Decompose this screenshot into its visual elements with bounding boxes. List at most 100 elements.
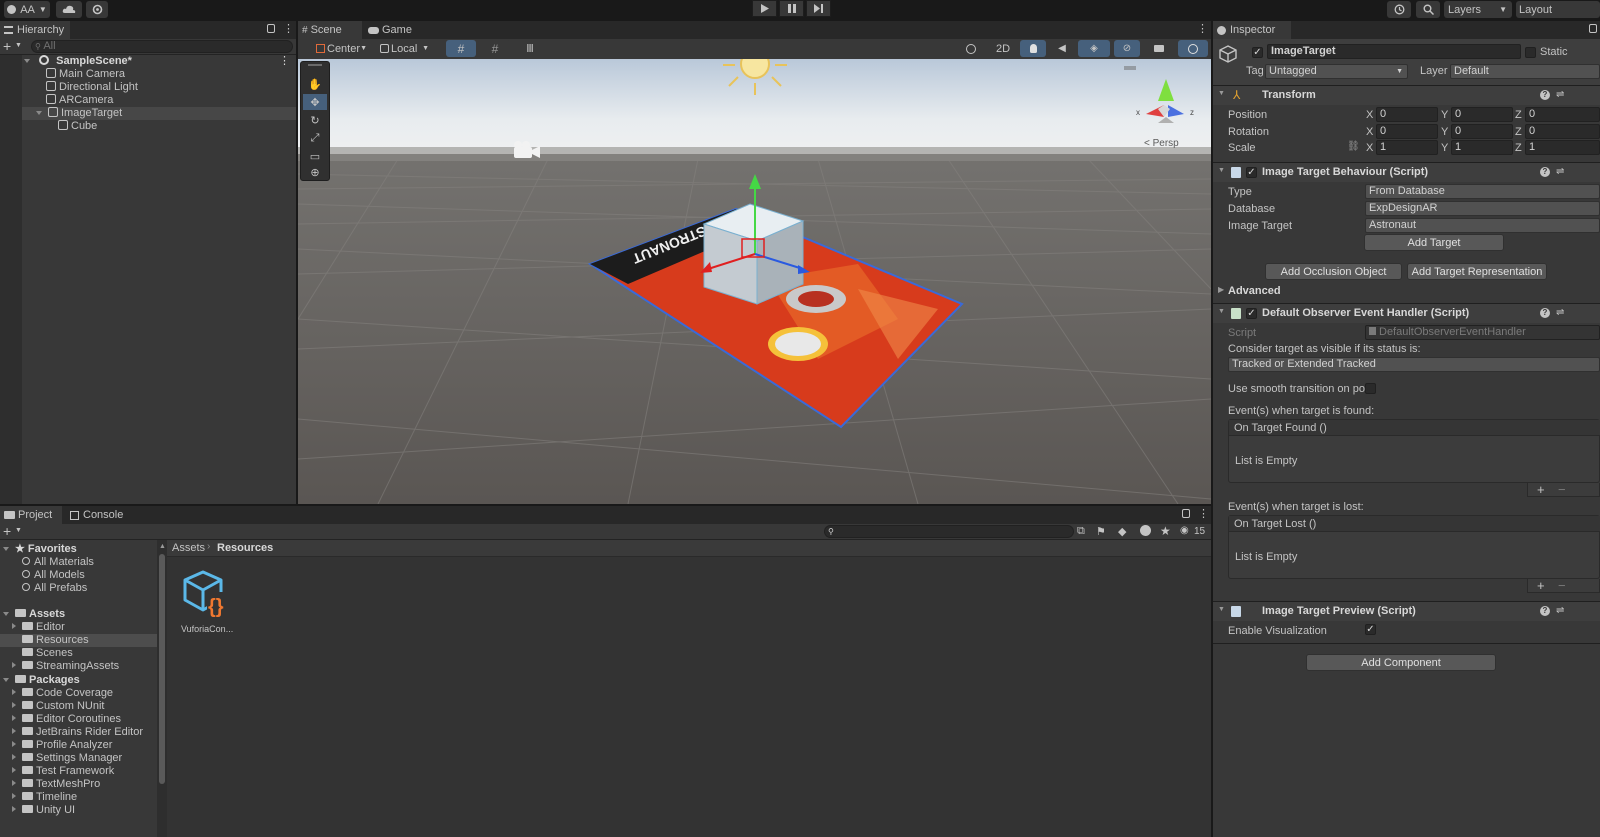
expand-arrow-icon[interactable] — [12, 623, 16, 629]
camera-dropdown[interactable] — [1144, 40, 1174, 57]
add-occlusion-object-button[interactable]: Add Occlusion Object — [1265, 263, 1402, 280]
expand-arrow-icon[interactable] — [12, 662, 16, 668]
asset-tile[interactable]: {} VuforiaCon... — [177, 568, 235, 640]
expand-arrow-icon[interactable] — [3, 612, 9, 616]
hierarchy-search-input[interactable]: ⚲ All — [31, 40, 293, 53]
help-icon[interactable]: ? — [1540, 606, 1550, 616]
expand-arrow-icon[interactable] — [12, 806, 16, 812]
help-icon[interactable]: ? — [1540, 308, 1550, 318]
expand-arrow-icon[interactable] — [12, 754, 16, 760]
scale-x-field[interactable]: 1 — [1376, 140, 1438, 155]
tree-favorites[interactable]: ★ Favorites — [3, 543, 77, 556]
move-tool-button[interactable]: ✥ — [303, 94, 327, 110]
gizmos-dropdown[interactable] — [1178, 40, 1208, 57]
layout-dropdown[interactable]: Layout — [1516, 1, 1600, 18]
transform-tool-button[interactable]: ⊕ — [303, 165, 327, 179]
audio-toggle-button[interactable]: ◀ — [1050, 40, 1074, 57]
presets-icon[interactable]: ⇌ — [1556, 605, 1564, 616]
remove-listener-button[interactable]: − — [1558, 578, 1566, 593]
tab-inspector[interactable]: Inspector — [1213, 21, 1291, 39]
tree-packages[interactable]: Packages — [3, 674, 80, 687]
active-checkbox[interactable]: ✓ — [1252, 47, 1263, 58]
tree-package-item[interactable]: JetBrains Rider Editor — [12, 726, 143, 739]
collapse-arrow-icon[interactable]: ▼ — [1218, 90, 1225, 97]
collapse-arrow-icon[interactable]: ▼ — [1218, 308, 1225, 315]
2d-toggle-button[interactable]: 2D — [990, 40, 1016, 57]
layer-dropdown[interactable]: Default — [1450, 64, 1600, 79]
tree-package-item[interactable]: Unity UI — [12, 804, 75, 817]
cloud-button[interactable] — [56, 1, 82, 18]
collapse-arrow-icon[interactable]: ▼ — [1218, 606, 1225, 613]
tree-package-item[interactable]: Editor Coroutines — [12, 713, 121, 726]
tree-favorite-all-models[interactable]: All Models — [22, 569, 85, 582]
hierarchy-item-cube[interactable]: Cube — [58, 120, 97, 133]
scene-viewport[interactable]: ASTRONAUT x z < Persp ✋ ✥ ↻ ⤢ ▭ ⊕ — [298, 59, 1211, 504]
tab-console[interactable]: Console — [66, 506, 136, 524]
constrain-proportions-icon[interactable]: ⛓ — [1347, 141, 1360, 152]
database-dropdown[interactable]: ExpDesignAR — [1365, 201, 1600, 216]
lock-icon[interactable] — [1182, 509, 1190, 518]
tree-assets[interactable]: Assets — [3, 608, 65, 621]
expand-arrow-icon[interactable] — [12, 728, 16, 734]
projection-label[interactable]: < Persp — [1144, 138, 1179, 149]
status-filter-dropdown[interactable]: Tracked or Extended Tracked — [1228, 357, 1600, 372]
pivot-local-dropdown[interactable]: Local ▼ — [376, 40, 432, 57]
play-button[interactable] — [752, 0, 777, 17]
tree-favorite-all-prefabs[interactable]: All Prefabs — [22, 582, 87, 595]
help-icon[interactable]: ? — [1540, 90, 1550, 100]
expand-arrow-icon[interactable] — [36, 111, 42, 115]
hierarchy-item-main-camera[interactable]: Main Camera — [46, 68, 125, 81]
layers-dropdown[interactable]: Layers ▼ — [1444, 1, 1512, 18]
rotation-x-field[interactable]: 0 — [1376, 124, 1438, 139]
tree-folder-scenes[interactable]: Scenes — [22, 647, 73, 660]
increment-snap-button[interactable]: Ⅲ — [514, 40, 546, 57]
tag-icon[interactable]: ◆ — [1118, 525, 1126, 538]
image-target-preview-header[interactable]: ▼ Image Target Preview (Script) ? ⇌ — [1213, 601, 1600, 621]
kebab-menu-icon[interactable]: ⋮ — [1198, 507, 1209, 520]
presets-icon[interactable]: ⇌ — [1556, 166, 1564, 177]
add-target-button[interactable]: Add Target — [1364, 234, 1504, 251]
component-enabled-checkbox[interactable]: ✓ — [1246, 308, 1257, 319]
search-by-type-icon[interactable]: ⧉ — [1077, 525, 1085, 538]
tree-package-item[interactable]: Timeline — [12, 791, 77, 804]
breadcrumb-assets[interactable]: Assets — [172, 542, 205, 554]
expand-arrow-icon[interactable] — [12, 741, 16, 747]
search-button[interactable] — [1416, 1, 1440, 18]
tree-scrollbar[interactable]: ▲ — [157, 540, 167, 837]
add-listener-button[interactable]: + — [1537, 578, 1545, 593]
remove-listener-button[interactable]: − — [1558, 482, 1566, 497]
object-name-field[interactable]: ImageTarget — [1267, 44, 1521, 59]
smooth-transition-checkbox[interactable] — [1365, 383, 1376, 394]
chevron-down-icon[interactable]: ▼ — [15, 527, 22, 534]
rotate-tool-button[interactable]: ↻ — [303, 112, 327, 128]
effects-dropdown[interactable]: ◈ — [1078, 40, 1110, 57]
lighting-toggle-button[interactable] — [1020, 40, 1046, 57]
advanced-foldout[interactable]: ▶ Advanced — [1213, 283, 1600, 299]
grid-toggle-button[interactable]: # — [480, 40, 510, 57]
breadcrumb-resources[interactable]: Resources — [217, 542, 273, 554]
position-y-field[interactable]: 0 — [1451, 107, 1513, 122]
tree-favorite-all-materials[interactable]: All Materials — [22, 556, 94, 569]
add-component-button[interactable]: Add Component — [1306, 654, 1496, 671]
tab-hierarchy[interactable]: Hierarchy — [0, 21, 70, 39]
transform-header[interactable]: ▼ ⅄ Transform ? ⇌ — [1213, 85, 1600, 105]
scene-root-item[interactable]: SampleScene* ⋮ — [24, 55, 296, 68]
project-search-input[interactable]: ⚲ — [824, 525, 1074, 538]
rect-tool-button[interactable]: ▭ — [303, 148, 327, 164]
history-button[interactable] — [1387, 1, 1411, 18]
expand-arrow-icon[interactable] — [12, 780, 16, 786]
expand-arrow-icon[interactable] — [12, 767, 16, 773]
tree-folder-streamingassets[interactable]: StreamingAssets — [12, 660, 119, 673]
collapse-arrow-icon[interactable]: ▼ — [1218, 167, 1225, 174]
account-dropdown[interactable]: AA ▼ — [4, 1, 50, 18]
expand-arrow-icon[interactable] — [12, 702, 16, 708]
rotation-y-field[interactable]: 0 — [1451, 124, 1513, 139]
services-button[interactable] — [86, 1, 108, 18]
lock-icon[interactable] — [1589, 24, 1597, 33]
expand-arrow-icon[interactable] — [3, 678, 9, 682]
type-dropdown[interactable]: From Database — [1365, 184, 1600, 199]
position-z-field[interactable]: 0 — [1525, 107, 1600, 122]
tree-folder-resources[interactable]: Resources — [22, 634, 89, 647]
tab-game[interactable]: Game — [364, 21, 418, 39]
grid-snap-button[interactable]: # — [446, 40, 476, 57]
